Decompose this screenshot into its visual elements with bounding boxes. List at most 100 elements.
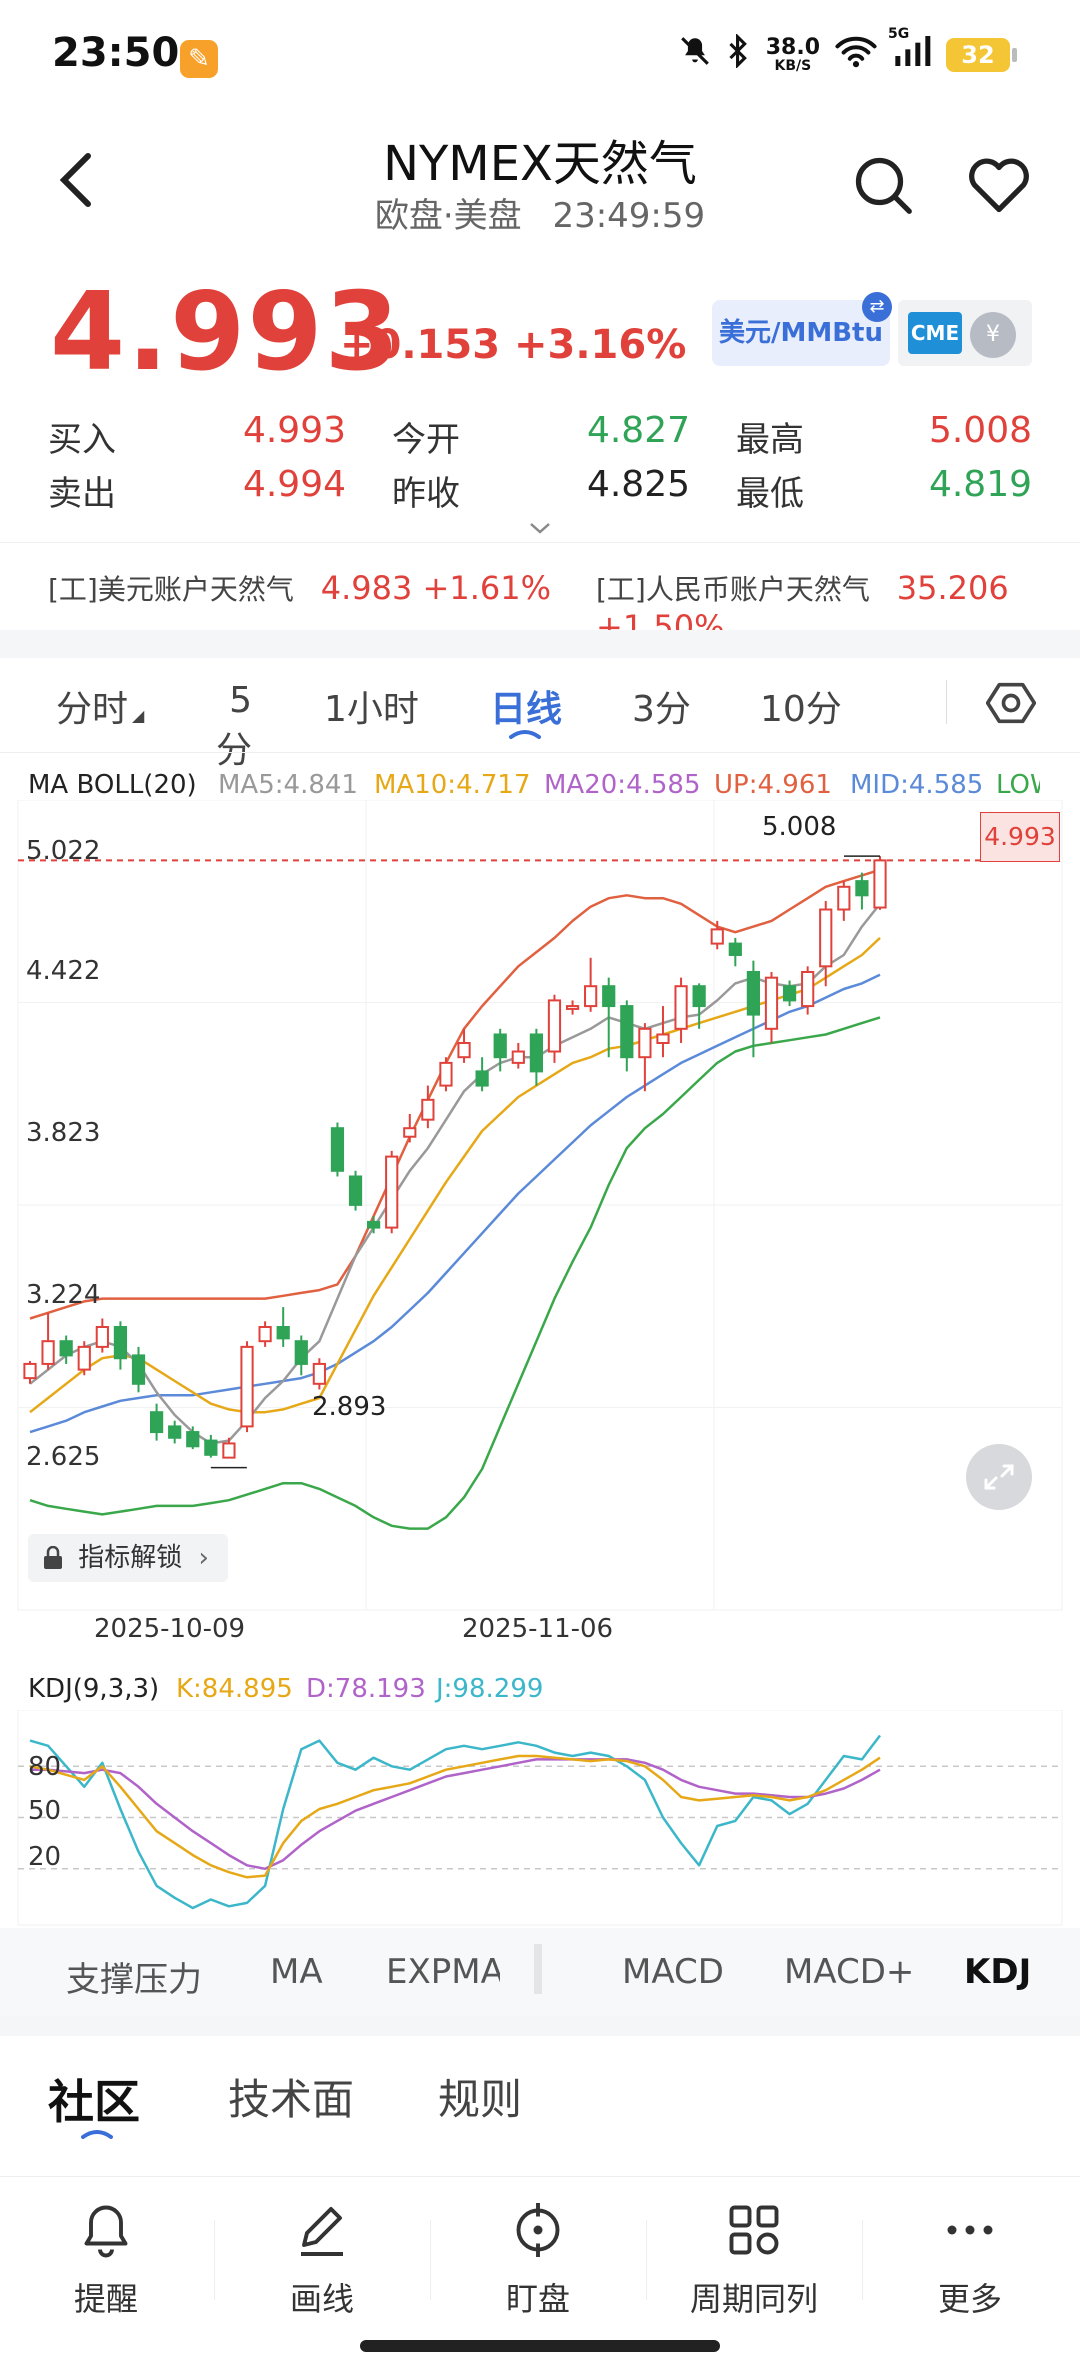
candle-body xyxy=(258,1326,272,1343)
candle-body xyxy=(620,1005,634,1059)
current-price-tag: 4.993 xyxy=(980,812,1060,862)
candle-body xyxy=(493,1033,507,1059)
nav-separator xyxy=(646,2220,647,2300)
boll-up-line xyxy=(29,868,881,1320)
nav-watch[interactable]: 盯盘 xyxy=(448,2200,628,2320)
price-axis-label: 3.823 xyxy=(26,1118,101,1148)
section-gap xyxy=(0,630,1080,658)
candle-body xyxy=(276,1326,290,1340)
battery-indicator: 32 xyxy=(946,37,1017,72)
high-label: 最高 xyxy=(736,420,804,460)
candle-body xyxy=(367,1220,381,1229)
candle-body xyxy=(873,859,887,909)
candle-body xyxy=(819,908,833,968)
candle-body xyxy=(95,1326,109,1348)
indicator-tab-macd-plus[interactable]: MACD+ xyxy=(784,1952,914,1992)
price-axis-label: 5.022 xyxy=(26,836,101,866)
ask-label: 卖出 xyxy=(48,474,116,514)
favorite-heart-icon[interactable] xyxy=(964,150,1034,220)
candle-body xyxy=(764,976,779,1030)
section-gap xyxy=(0,2016,1080,2036)
candle-body xyxy=(782,985,797,1002)
candle-body xyxy=(565,1005,580,1010)
price-axis-label: 2.625 xyxy=(26,1442,101,1472)
candle-body xyxy=(728,942,742,956)
expand-quote-chevron-icon[interactable] xyxy=(528,512,552,542)
candle-body xyxy=(692,985,706,1008)
tab-3min[interactable]: 3分 xyxy=(632,680,691,732)
market-status: 欧盘·美盘 23:49:59 xyxy=(0,188,1080,237)
candle-body xyxy=(348,1175,363,1206)
nav-alert[interactable]: 提醒 xyxy=(16,2200,196,2320)
indicator-tab-kdj[interactable]: KDJ xyxy=(964,1952,1031,1992)
candle-body xyxy=(855,880,869,897)
price-axis-label: 4.422 xyxy=(26,956,101,986)
candle-body xyxy=(656,1033,670,1044)
tab-1hour[interactable]: 1小时 xyxy=(324,680,419,732)
nav-more[interactable]: 更多 xyxy=(880,2200,1060,2320)
currency-coin-icon[interactable]: ¥ xyxy=(970,312,1016,358)
home-indicator xyxy=(360,2340,720,2352)
active-tab-indicator xyxy=(508,724,542,739)
boll-mid-legend: MID:4.585 xyxy=(850,770,984,800)
indicator-tab-expma[interactable]: EXPMA xyxy=(386,1952,500,1992)
indicator-tab-support[interactable]: 支撑压力 xyxy=(66,1952,202,2001)
tab-timeshare[interactable]: 分时 ◢ xyxy=(56,680,144,732)
lock-icon xyxy=(42,1543,72,1573)
candle-body xyxy=(222,1442,236,1459)
candle-body xyxy=(584,985,598,1008)
tab-10min[interactable]: 10分 xyxy=(760,680,842,732)
candle-body xyxy=(529,1033,543,1073)
swap-icon[interactable]: ⇄ xyxy=(862,292,892,322)
kdj-chart[interactable] xyxy=(0,1710,1080,1930)
candle-body xyxy=(511,1050,525,1064)
tab-rules[interactable]: 规则 xyxy=(438,2066,522,2127)
indicator-tab-ma[interactable]: MA xyxy=(270,1952,323,1992)
tab-community[interactable]: 社区 xyxy=(48,2066,140,2132)
ma10-legend: MA10:4.717 xyxy=(374,770,531,800)
notification-app-icon: ✎ xyxy=(180,40,218,78)
candle-body xyxy=(547,999,562,1053)
boll-low-line xyxy=(29,1016,881,1530)
status-icons: 38.0 KB/S 5G 32 xyxy=(678,26,1017,75)
nav-draw-line[interactable]: 画线 xyxy=(232,2200,412,2320)
candle-body xyxy=(638,1027,652,1059)
wifi-icon xyxy=(834,34,878,75)
candle-body xyxy=(204,1439,218,1456)
candle-body xyxy=(240,1345,254,1428)
high-value: 5.008 xyxy=(928,410,1032,451)
candle-body xyxy=(59,1340,73,1357)
price-axis-label: 3.224 xyxy=(26,1280,101,1310)
candle-body xyxy=(385,1155,399,1229)
cellular-icon: 5G xyxy=(888,26,932,75)
boll-low-legend: LOW xyxy=(996,770,1040,800)
community-tab-indicator xyxy=(80,2124,114,2143)
tab-5min[interactable]: 5分 xyxy=(204,680,252,773)
candlestick-chart[interactable] xyxy=(0,800,1080,1630)
chart-settings-icon[interactable] xyxy=(985,678,1037,728)
nav-period-compare[interactable]: 周期同列 xyxy=(664,2200,844,2320)
price-change: +0.153 +3.16% xyxy=(340,322,687,368)
candle-body xyxy=(403,1127,417,1138)
related-contract-usd[interactable]: [工]美元账户天然气 4.983 +1.61% xyxy=(48,568,551,608)
status-bar: 23:50 ✎ 38.0 KB/S 5G 32 xyxy=(0,0,1080,110)
date-axis-label: 2025-11-06 xyxy=(462,1614,614,1644)
search-button[interactable] xyxy=(848,150,918,220)
kdj-axis-label: 80 xyxy=(28,1752,62,1782)
tab-divider xyxy=(946,680,947,724)
indicator-unlock-button[interactable]: 指标解锁 › xyxy=(28,1534,228,1582)
open-value: 4.827 xyxy=(586,410,690,451)
candle-body xyxy=(131,1354,146,1385)
market-session: 欧盘·美盘 xyxy=(374,196,522,236)
candle-body xyxy=(23,1362,37,1380)
prev-close-label: 昨收 xyxy=(392,474,460,514)
indicator-tab-macd[interactable]: MACD xyxy=(622,1952,724,1992)
candle-body xyxy=(330,1127,345,1172)
indicator-divider xyxy=(534,1944,542,1994)
low-marker-label: 2.893 xyxy=(312,1392,387,1422)
kdj-d-legend: D:78.193 xyxy=(306,1674,426,1704)
fullscreen-expand-icon[interactable] xyxy=(966,1444,1032,1510)
crosshair-icon xyxy=(508,2200,568,2260)
tab-technical[interactable]: 技术面 xyxy=(228,2066,354,2127)
candle-body xyxy=(186,1431,200,1448)
